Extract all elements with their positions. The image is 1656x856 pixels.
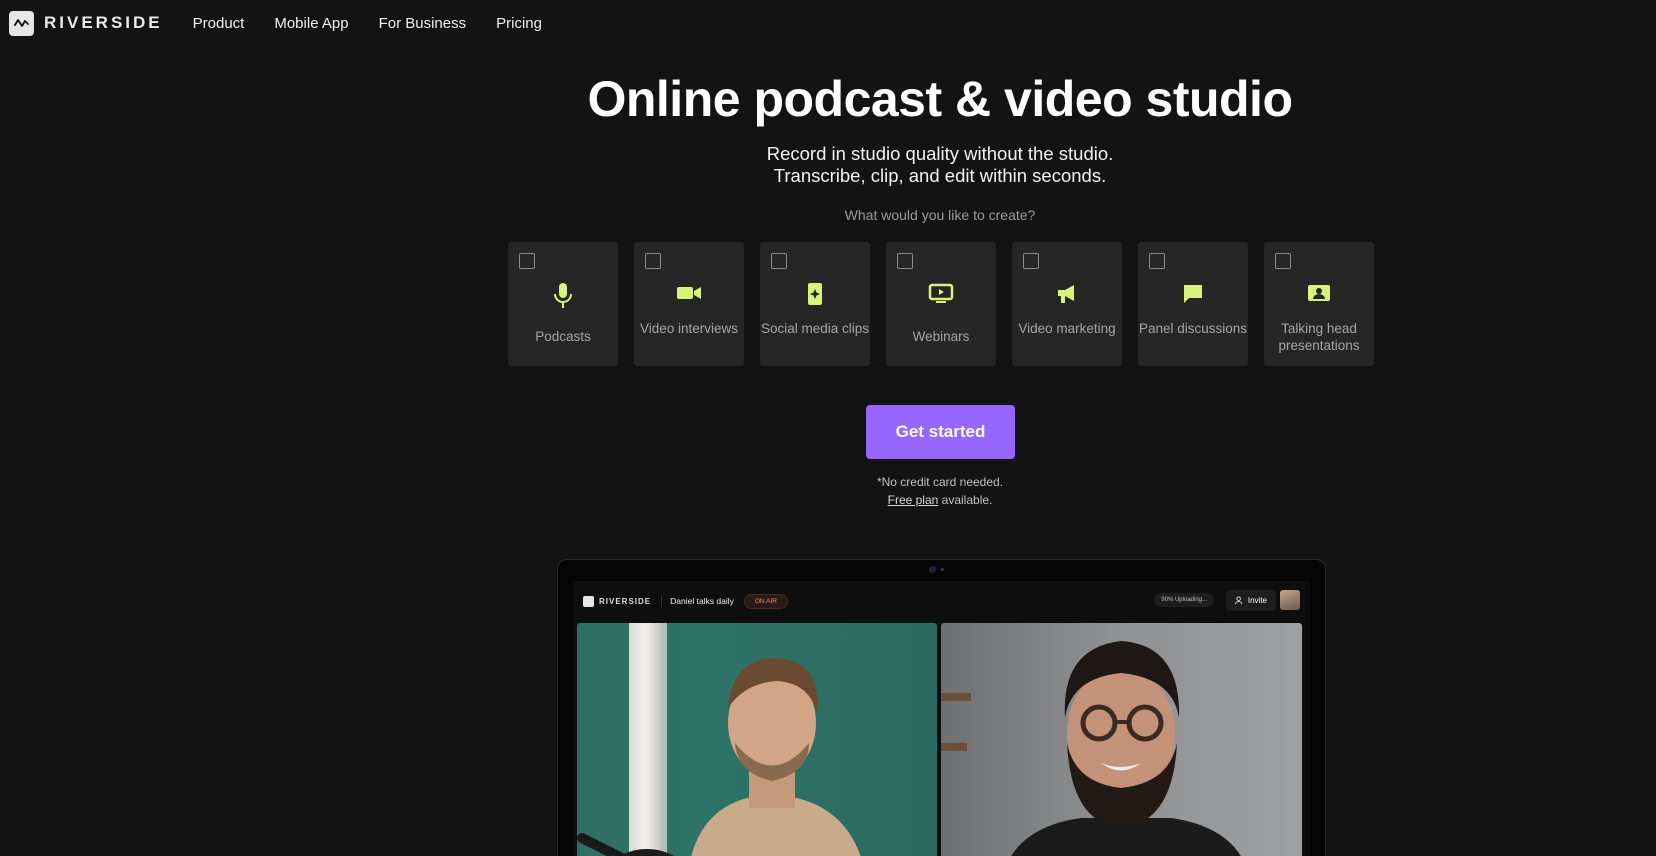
divider bbox=[661, 595, 663, 607]
option-video-interviews[interactable]: Video interviews bbox=[634, 242, 744, 366]
option-label: Talking head presentations bbox=[1278, 321, 1360, 353]
studio-brand: RIVERSIDE bbox=[599, 596, 652, 606]
free-plan-link[interactable]: Free plan bbox=[888, 493, 939, 507]
webcam-dot bbox=[929, 566, 936, 573]
brand-name: RIVERSIDE bbox=[44, 13, 163, 32]
laptop-preview: RIVERSIDE Daniel talks daily ON AIR 90% … bbox=[557, 559, 1326, 856]
riverside-logo[interactable]: RIVERSIDE bbox=[9, 10, 163, 36]
option-label: Panel discussions bbox=[1138, 321, 1248, 336]
use-case-options: Podcasts Video interviews Social media c… bbox=[508, 242, 1374, 366]
option-talking-head-presentations[interactable]: Talking head presentations bbox=[1264, 242, 1374, 366]
option-label: Video marketing bbox=[1018, 321, 1116, 336]
participant-video-right bbox=[941, 623, 1302, 856]
logo-wave-icon bbox=[9, 10, 34, 36]
presentation-play-icon bbox=[886, 282, 996, 304]
session-title: Daniel talks daily bbox=[670, 596, 734, 606]
top-nav: RIVERSIDE Product Mobile App For Busines… bbox=[0, 0, 1656, 46]
add-person-icon bbox=[1234, 596, 1243, 605]
nav-link-pricing[interactable]: Pricing bbox=[496, 15, 542, 32]
participant-video-left bbox=[577, 623, 937, 856]
megaphone-icon bbox=[1012, 282, 1122, 306]
invite-button: Invite bbox=[1225, 590, 1276, 611]
option-video-marketing[interactable]: Video marketing bbox=[1012, 242, 1122, 366]
hero-subtitle: Record in studio quality without the stu… bbox=[0, 143, 1656, 187]
option-webinars[interactable]: Webinars bbox=[886, 242, 996, 366]
free-plan-note-rest: available. bbox=[938, 493, 993, 507]
invite-label: Invite bbox=[1247, 596, 1267, 605]
nav-link-mobile-app[interactable]: Mobile App bbox=[274, 15, 348, 32]
get-started-button[interactable]: Get started bbox=[866, 405, 1015, 459]
no-credit-card-note: *No credit card needed. bbox=[876, 475, 1004, 489]
avatar bbox=[1280, 590, 1300, 610]
studio-app-bar: RIVERSIDE Daniel talks daily ON AIR 90% … bbox=[573, 581, 1310, 621]
studio-screen: RIVERSIDE Daniel talks daily ON AIR 90% … bbox=[573, 581, 1310, 856]
create-question: What would you like to create? bbox=[844, 207, 1036, 223]
hero-subtitle-line-1: Record in studio quality without the stu… bbox=[766, 143, 1114, 164]
option-label: Podcasts bbox=[535, 329, 591, 344]
signup-note: *No credit card needed. Free plan availa… bbox=[0, 473, 1656, 509]
video-camera-icon bbox=[634, 282, 744, 302]
checkbox[interactable] bbox=[1149, 253, 1165, 269]
person-silhouette-left bbox=[577, 658, 861, 856]
option-label: Webinars bbox=[912, 329, 970, 344]
nav-link-for-business[interactable]: For Business bbox=[379, 15, 467, 32]
microphone-icon bbox=[508, 282, 618, 310]
on-air-badge: ON AIR bbox=[743, 593, 788, 609]
hero-title: Online podcast & video studio bbox=[587, 71, 1293, 127]
option-label: Video interviews bbox=[639, 321, 739, 336]
hero-subtitle-line-2: Transcribe, clip, and edit within second… bbox=[773, 165, 1107, 186]
upload-status: 90% Uploading... bbox=[1154, 593, 1214, 607]
person-silhouette-right bbox=[941, 641, 1241, 856]
checkbox[interactable] bbox=[1023, 253, 1039, 269]
person-card-icon bbox=[1264, 282, 1374, 304]
checkbox[interactable] bbox=[519, 253, 535, 269]
mini-logo-icon bbox=[583, 595, 594, 607]
nav-link-product[interactable]: Product bbox=[193, 15, 245, 32]
checkbox[interactable] bbox=[1275, 253, 1291, 269]
checkbox[interactable] bbox=[897, 253, 913, 269]
sparkle-phone-icon bbox=[760, 282, 870, 306]
checkbox[interactable] bbox=[645, 253, 661, 269]
webcam-indicator bbox=[941, 568, 944, 571]
option-social-media-clips[interactable]: Social media clips bbox=[760, 242, 870, 366]
option-label: Social media clips bbox=[760, 321, 870, 336]
nav-links: Product Mobile App For Business Pricing bbox=[193, 15, 542, 32]
option-panel-discussions[interactable]: Panel discussions bbox=[1138, 242, 1248, 366]
checkbox[interactable] bbox=[771, 253, 787, 269]
chat-bubble-icon bbox=[1138, 282, 1248, 306]
free-plan-note: Free plan available. bbox=[0, 491, 1656, 509]
option-podcasts[interactable]: Podcasts bbox=[508, 242, 618, 366]
